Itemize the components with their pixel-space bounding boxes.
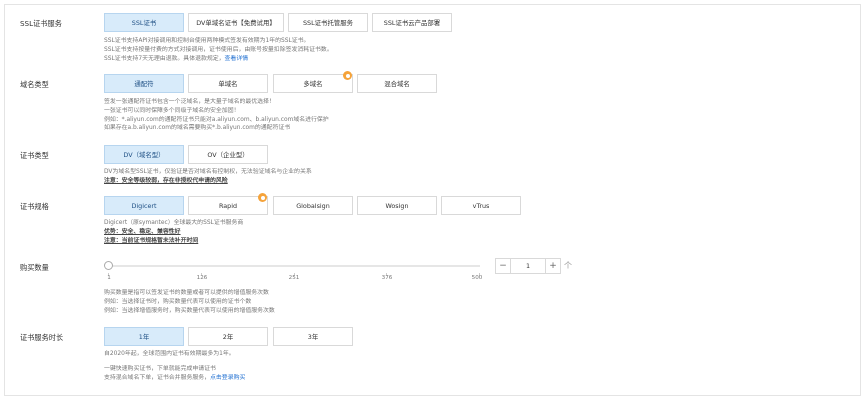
slider-tick-label: 1 xyxy=(107,275,111,281)
quantity-input[interactable]: 1 xyxy=(511,259,545,273)
option-1-year[interactable]: 1年 xyxy=(104,327,184,346)
option-vtrus[interactable]: vTrus xyxy=(441,196,521,215)
increment-button[interactable]: + xyxy=(545,259,560,273)
cert-service-description: SSL证书支持API对接调用和控制台使用两种模式签发有效期为1年的SSL证书。 … xyxy=(104,38,333,62)
option-3-years[interactable]: 3年 xyxy=(273,327,353,346)
duration-description: 自2020年起，全球范围内证书有效期最多为1年。 xyxy=(104,351,235,357)
option-dv[interactable]: DV（域名型） xyxy=(104,145,184,164)
hot-badge-icon xyxy=(343,71,352,80)
view-details-link[interactable]: 查看详情 xyxy=(225,56,249,62)
option-wosign[interactable]: Wosign xyxy=(357,196,437,215)
option-rapid[interactable]: Rapid xyxy=(188,196,268,215)
slider-tick-label: 126 xyxy=(196,275,208,281)
cert-type-label: 证书类型 xyxy=(20,151,49,160)
quantity-stepper: − 1 + xyxy=(495,258,561,274)
domain-type-description: 签发一张通配符证书包含一个泛域名，是大量子域名的最优选择！ 一张证书可以同时保障… xyxy=(104,99,329,132)
login-to-buy-link[interactable]: 点击登录购买 xyxy=(210,375,245,381)
cert-service-label: SSL证书服务 xyxy=(20,19,62,28)
slider-tick-label: 376 xyxy=(381,275,393,281)
cert-type-description: DV为域名型SSL证书，仅验证是否对域名有控制权，无法验证域名与企业的关系 注意… xyxy=(104,169,312,184)
option-single-domain[interactable]: 单域名 xyxy=(188,74,268,93)
domain-type-label: 域名类型 xyxy=(20,80,49,89)
option-multi-domain[interactable]: 多域名 xyxy=(273,74,353,93)
option-mixed-domain[interactable]: 混合域名 xyxy=(357,74,437,93)
slider-tick-label: 251 xyxy=(288,275,300,281)
quantity-label: 购买数量 xyxy=(20,263,49,272)
quantity-unit: 个 xyxy=(564,261,572,270)
option-dv-free-trial[interactable]: DV单域名证书【免费试用】 xyxy=(188,13,284,32)
option-digicert[interactable]: Digicert xyxy=(104,196,184,215)
option-globalsign[interactable]: Globalsign xyxy=(273,196,353,215)
quick-buy-info: 一键快速购买证书，下单就能完成申请证书 支持混合域名下单，证书合并服务服务，点击… xyxy=(104,366,246,381)
option-ssl-cert[interactable]: SSL证书 xyxy=(104,13,184,32)
quantity-description: 购买数量是指可以签发证书的数量或者可以提供的增值服务次数 例如：当选择证书时，购… xyxy=(104,290,275,314)
duration-label: 证书服务时长 xyxy=(20,333,64,342)
slider-tick-label: 500 xyxy=(471,275,483,281)
option-ssl-cloud-deploy[interactable]: SSL证书云产品部署 xyxy=(372,13,452,32)
quantity-slider-handle[interactable] xyxy=(104,261,113,270)
option-ov[interactable]: OV（企业型） xyxy=(188,145,268,164)
option-wildcard[interactable]: 通配符 xyxy=(104,74,184,93)
cert-spec-label: 证书规格 xyxy=(20,202,49,211)
option-ssl-hosting[interactable]: SSL证书托管服务 xyxy=(288,13,368,32)
hot-badge-icon xyxy=(258,193,267,202)
option-2-years[interactable]: 2年 xyxy=(188,327,268,346)
quantity-slider-track[interactable] xyxy=(108,265,480,267)
decrement-button[interactable]: − xyxy=(496,259,511,273)
cert-spec-description: Digicert（原symantec）全球最大的SSL证书服务商 优势：安全、稳… xyxy=(104,220,244,244)
